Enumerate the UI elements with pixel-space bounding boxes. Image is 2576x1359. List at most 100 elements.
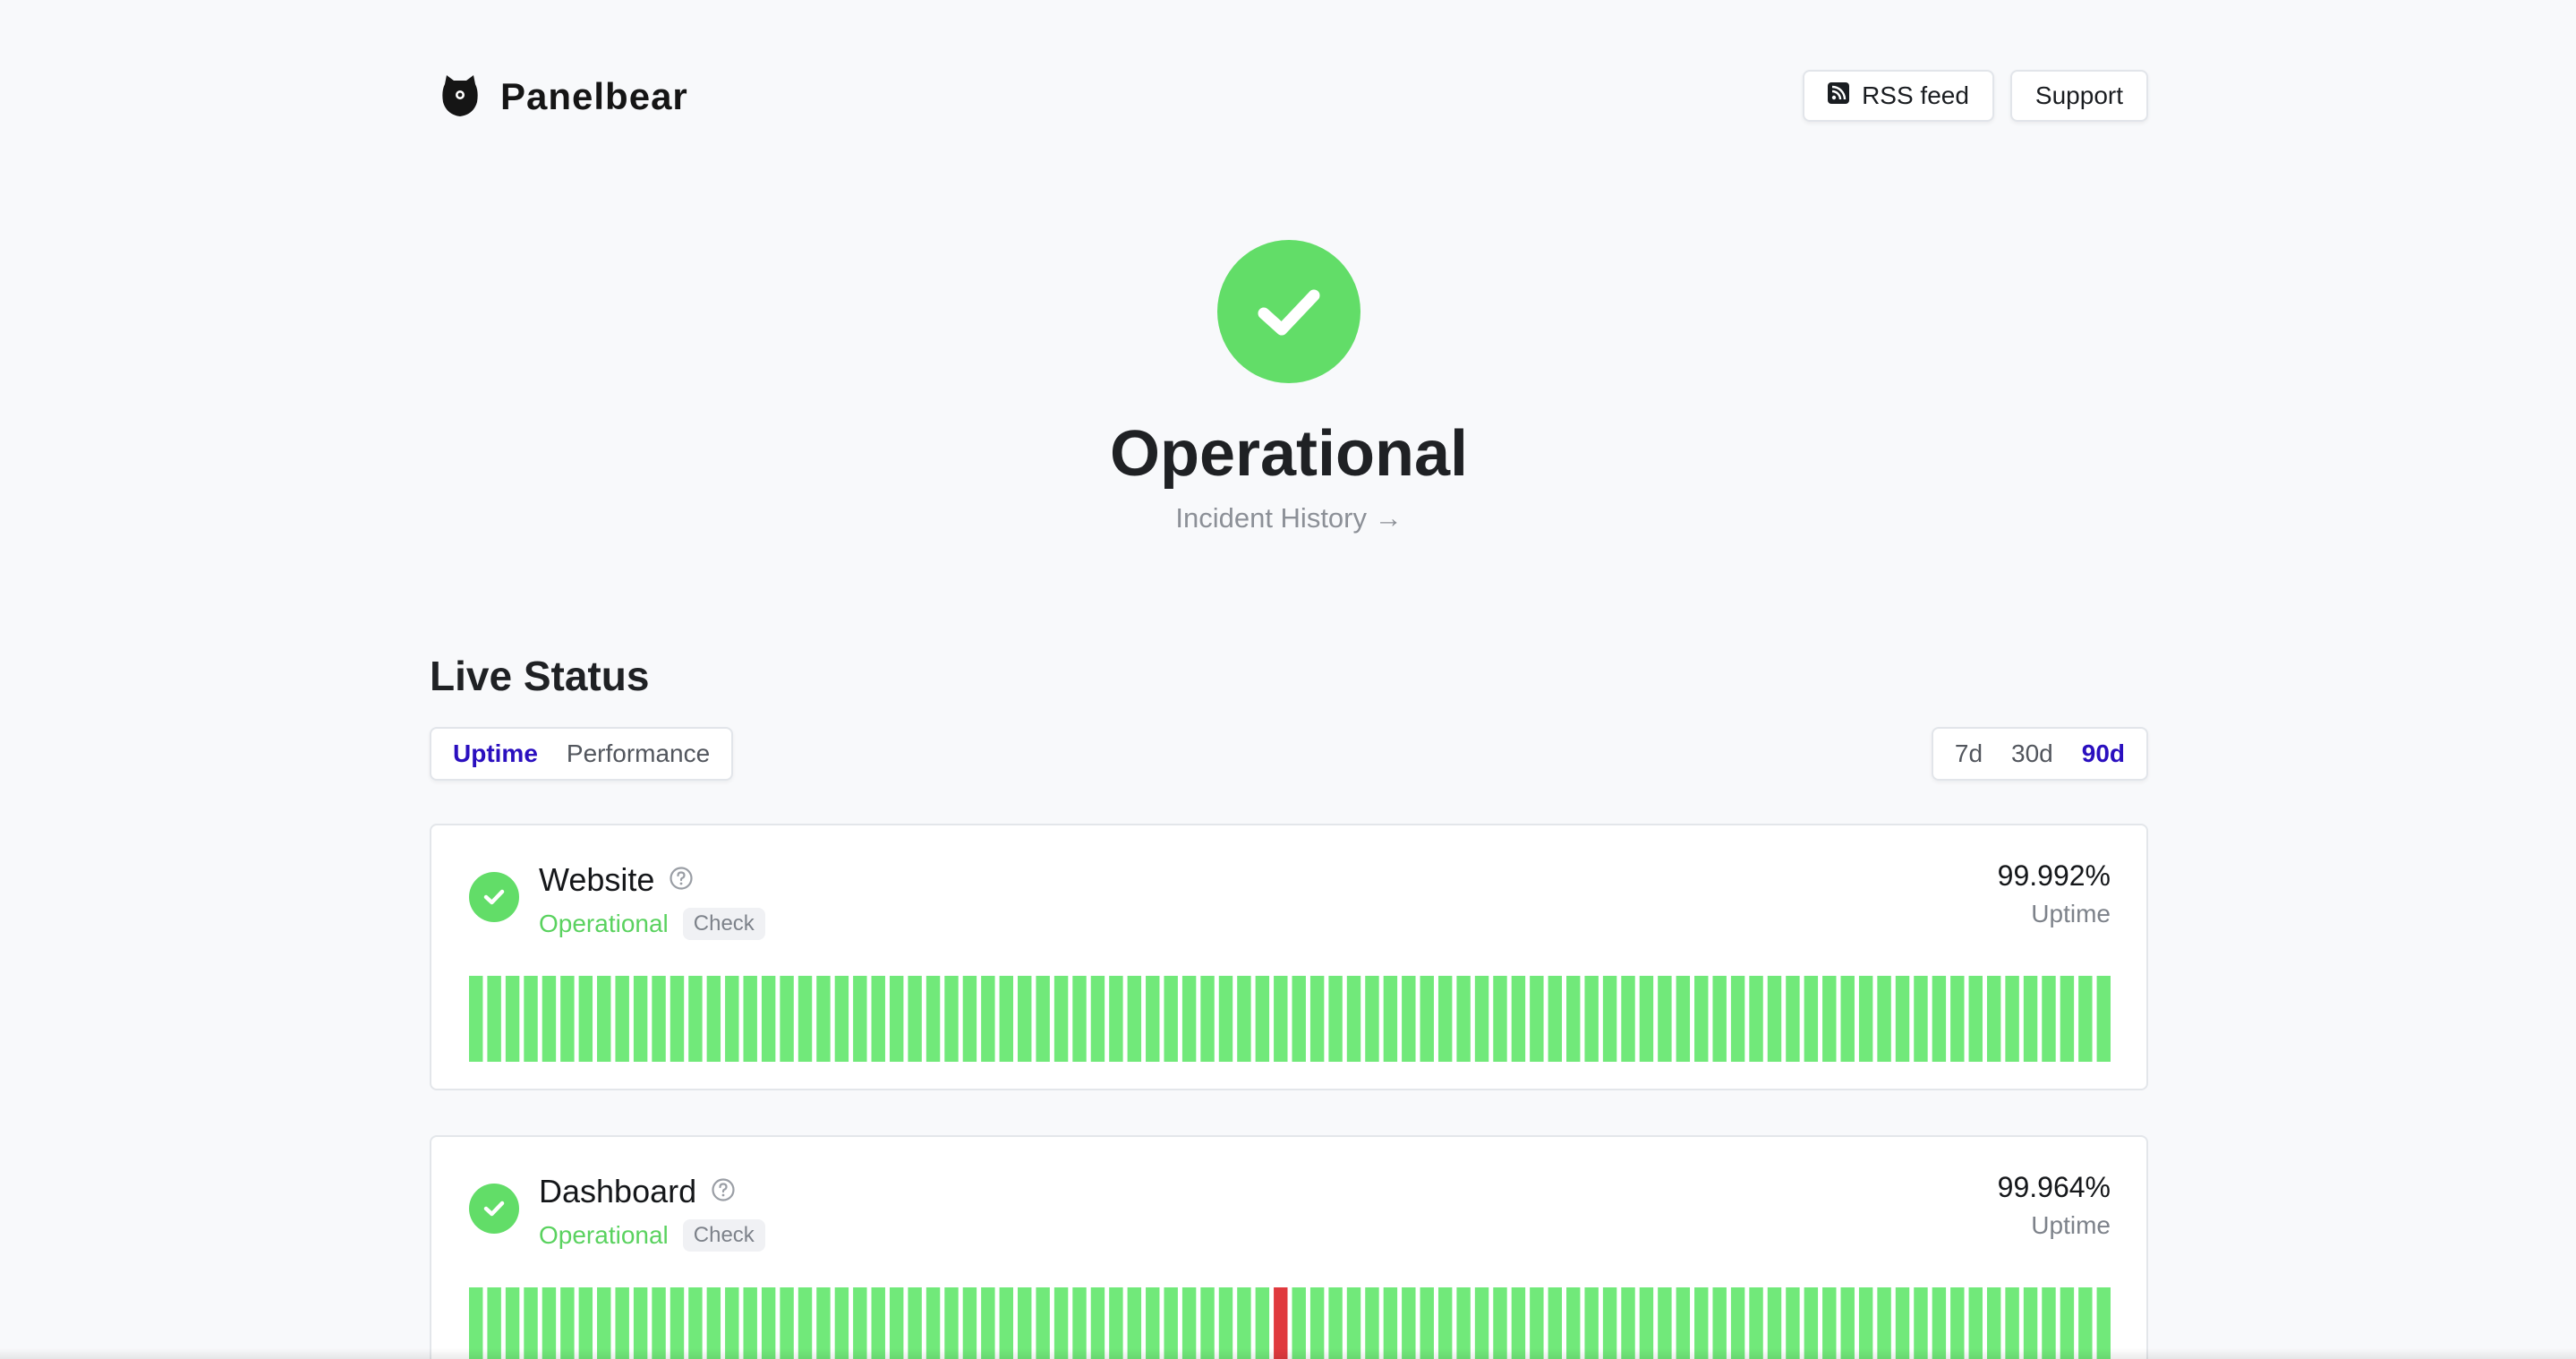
- day-bar[interactable]: [1127, 976, 1142, 1062]
- day-bar[interactable]: [487, 976, 501, 1062]
- day-bar[interactable]: [1639, 976, 1654, 1062]
- day-bar[interactable]: [578, 976, 593, 1062]
- day-bar[interactable]: [1437, 976, 1453, 1062]
- day-bar[interactable]: [1932, 976, 1947, 1062]
- day-bar[interactable]: [1566, 976, 1581, 1062]
- day-bar[interactable]: [1548, 976, 1562, 1062]
- day-bar[interactable]: [1090, 976, 1105, 1062]
- day-bar[interactable]: [999, 976, 1013, 1062]
- day-bar[interactable]: [1292, 976, 1306, 1062]
- day-bar[interactable]: [1676, 976, 1691, 1062]
- help-icon[interactable]: [654, 861, 694, 899]
- day-bar[interactable]: [1511, 976, 1526, 1062]
- day-bar[interactable]: [2096, 976, 2111, 1062]
- day-bar[interactable]: [633, 976, 648, 1062]
- day-bar[interactable]: [1456, 976, 1471, 1062]
- day-bar[interactable]: [2005, 976, 2019, 1062]
- day-bar[interactable]: [1309, 976, 1325, 1062]
- day-bar[interactable]: [505, 976, 520, 1062]
- day-bar[interactable]: [1146, 976, 1160, 1062]
- help-icon[interactable]: [696, 1173, 736, 1210]
- day-bar[interactable]: [2042, 976, 2056, 1062]
- day-bar[interactable]: [981, 976, 995, 1062]
- day-bar[interactable]: [1200, 976, 1215, 1062]
- day-bar[interactable]: [1181, 976, 1197, 1062]
- day-bar[interactable]: [834, 976, 849, 1062]
- day-bar[interactable]: [944, 976, 959, 1062]
- day-bar[interactable]: [670, 976, 685, 1062]
- day-bar[interactable]: [1749, 976, 1763, 1062]
- day-bar[interactable]: [725, 976, 739, 1062]
- check-badge[interactable]: Check: [682, 1219, 765, 1252]
- day-bar[interactable]: [542, 976, 557, 1062]
- day-bar[interactable]: [1346, 976, 1361, 1062]
- day-bar[interactable]: [1402, 976, 1416, 1062]
- day-bar[interactable]: [1036, 976, 1050, 1062]
- day-bar[interactable]: [925, 976, 941, 1062]
- day-bar[interactable]: [1274, 976, 1288, 1062]
- day-bar[interactable]: [652, 976, 666, 1062]
- day-bar[interactable]: [1109, 976, 1123, 1062]
- day-bar[interactable]: [1804, 976, 1819, 1062]
- day-bar[interactable]: [560, 976, 575, 1062]
- day-bar[interactable]: [1493, 976, 1507, 1062]
- day-bar[interactable]: [469, 976, 483, 1062]
- day-bar[interactable]: [1767, 976, 1782, 1062]
- day-bar[interactable]: [1877, 976, 1891, 1062]
- day-bar[interactable]: [1730, 976, 1745, 1062]
- day-bar[interactable]: [1255, 976, 1270, 1062]
- day-bar[interactable]: [1237, 976, 1251, 1062]
- day-bar[interactable]: [1621, 976, 1635, 1062]
- incident-history-link[interactable]: Incident History →: [430, 502, 2148, 534]
- day-bar[interactable]: [1164, 976, 1178, 1062]
- day-bar[interactable]: [1474, 976, 1489, 1062]
- day-bar[interactable]: [1822, 976, 1837, 1062]
- day-bar[interactable]: [1840, 976, 1855, 1062]
- day-bar[interactable]: [1328, 976, 1343, 1062]
- day-bar[interactable]: [1968, 976, 1983, 1062]
- day-bar[interactable]: [1895, 976, 1910, 1062]
- tab-uptime[interactable]: Uptime: [453, 739, 538, 768]
- day-bar[interactable]: [1658, 976, 1672, 1062]
- day-bar[interactable]: [761, 976, 776, 1062]
- support-button[interactable]: Support: [2009, 70, 2148, 122]
- day-bar[interactable]: [1420, 976, 1434, 1062]
- day-bar[interactable]: [1914, 976, 1928, 1062]
- day-bar[interactable]: [2078, 976, 2093, 1062]
- day-bar[interactable]: [1584, 976, 1599, 1062]
- day-bar[interactable]: [889, 976, 904, 1062]
- day-bar[interactable]: [1072, 976, 1087, 1062]
- day-bar[interactable]: [1950, 976, 1965, 1062]
- day-bar[interactable]: [524, 976, 538, 1062]
- day-bar[interactable]: [816, 976, 831, 1062]
- tab-performance[interactable]: Performance: [567, 739, 710, 768]
- day-bar[interactable]: [743, 976, 757, 1062]
- day-bar[interactable]: [688, 976, 703, 1062]
- day-bar[interactable]: [853, 976, 867, 1062]
- day-bar[interactable]: [1858, 976, 1873, 1062]
- day-bar[interactable]: [962, 976, 977, 1062]
- range-90d[interactable]: 90d: [2082, 739, 2125, 768]
- day-bar[interactable]: [1383, 976, 1398, 1062]
- brand-logo[interactable]: Panelbear: [441, 70, 688, 124]
- day-bar[interactable]: [1053, 976, 1069, 1062]
- check-badge[interactable]: Check: [682, 908, 765, 940]
- day-bar[interactable]: [1602, 976, 1617, 1062]
- range-30d[interactable]: 30d: [2011, 739, 2053, 768]
- day-bar[interactable]: [871, 976, 885, 1062]
- day-bar[interactable]: [1786, 976, 1800, 1062]
- day-bar[interactable]: [597, 976, 611, 1062]
- day-bar[interactable]: [1218, 976, 1233, 1062]
- rss-feed-button[interactable]: RSS feed: [1803, 70, 1994, 122]
- day-bar[interactable]: [780, 976, 794, 1062]
- day-bar[interactable]: [908, 976, 922, 1062]
- day-bar[interactable]: [1712, 976, 1727, 1062]
- day-bar[interactable]: [1986, 976, 2001, 1062]
- day-bar[interactable]: [798, 976, 813, 1062]
- day-bar[interactable]: [1365, 976, 1379, 1062]
- day-bar[interactable]: [1530, 976, 1544, 1062]
- day-bar[interactable]: [615, 976, 629, 1062]
- range-7d[interactable]: 7d: [1955, 739, 1983, 768]
- day-bar[interactable]: [706, 976, 721, 1062]
- day-bar[interactable]: [2023, 976, 2038, 1062]
